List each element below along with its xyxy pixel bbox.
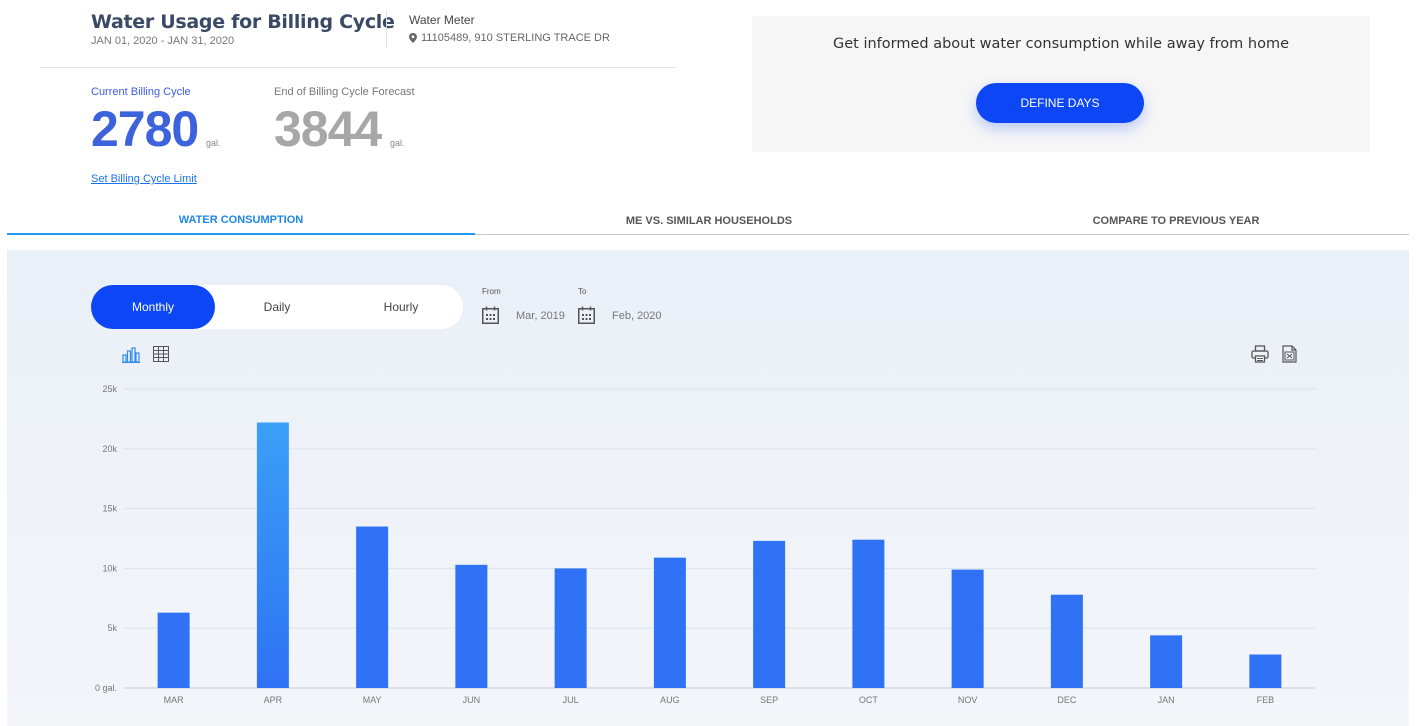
chart-panel: 0 gal. 5k 10k 15k 20k 25k MAR APR MAY JUN JUL AUG SE… [7,250,1409,726]
bar-nov[interactable] [951,569,984,688]
x-tick-label: SEP [760,695,778,705]
bar-jan[interactable] [1150,635,1183,688]
consumption-tabs: WATER CONSUMPTION ME VS. SIMILAR HOUSEHO… [7,207,1409,235]
table-icon[interactable] [153,346,169,362]
y-tick-label: 5k [107,623,117,633]
meter-address-text: 11105489, 910 STERLING TRACE DR [421,32,610,44]
away-alert-promo: Get informed about water consumption whi… [752,16,1370,152]
bar-jun[interactable] [455,564,488,688]
page-title: Water Usage for Billing Cycle [91,11,395,33]
current-cycle-value: 2780 [91,101,199,157]
from-date-value[interactable]: Mar, 2019 [516,310,565,322]
current-cycle-label: Current Billing Cycle [91,86,191,98]
bar-chart-icon[interactable] [122,346,140,363]
tab-previous-year[interactable]: COMPARE TO PREVIOUS YEAR [943,207,1409,235]
promo-text: Get informed about water consumption whi… [833,36,1289,52]
header-divider [386,10,387,48]
meter-address: 11105489, 910 STERLING TRACE DR [409,32,610,44]
x-tick-label: OCT [859,695,879,705]
meter-label: Water Meter [409,13,475,27]
x-tick-label: AUG [660,695,680,705]
summary-divider [40,67,676,68]
bar-aug[interactable] [653,557,686,688]
x-tick-label: JUN [463,695,481,705]
tab-water-consumption[interactable]: WATER CONSUMPTION [7,207,475,235]
y-tick-label: 20k [102,444,117,454]
bar-apr[interactable] [256,422,289,688]
x-tick-label: JUL [563,695,579,705]
y-tick-label: 10k [102,563,117,573]
x-tick-label: NOV [958,695,978,705]
print-icon[interactable] [1251,345,1269,363]
bar-may[interactable] [356,526,389,688]
from-label: From [482,287,501,296]
calendar-icon[interactable] [578,306,595,324]
set-billing-limit-link[interactable]: Set Billing Cycle Limit [91,173,197,185]
period-daily-button[interactable]: Daily [215,285,339,329]
bar-feb[interactable] [1249,654,1282,688]
forecast-unit: gal. [390,138,405,148]
bar-jul[interactable] [554,568,587,688]
x-tick-label: FEB [1257,695,1275,705]
billing-date-range: JAN 01, 2020 - JAN 31, 2020 [91,35,235,47]
y-tick-label: 25k [102,384,117,394]
bar-sep[interactable] [753,540,786,688]
to-label: To [578,287,587,296]
map-pin-icon [409,33,417,43]
period-toggle: Monthly Daily Hourly [91,285,463,329]
bar-dec[interactable] [1050,594,1083,688]
x-tick-label: MAY [363,695,382,705]
forecast-label: End of Billing Cycle Forecast [274,86,415,98]
y-tick-label: 15k [102,504,117,514]
bar-mar[interactable] [157,612,190,688]
x-tick-label: MAR [164,695,185,705]
forecast-value: 3844 [274,101,382,157]
y-tick-label: 0 gal. [95,683,117,693]
calendar-icon[interactable] [482,306,499,324]
current-cycle-unit: gal. [206,138,221,148]
bar-oct[interactable] [852,539,885,688]
x-tick-label: JAN [1158,695,1175,705]
period-monthly-button[interactable]: Monthly [91,285,215,329]
to-date-value[interactable]: Feb, 2020 [612,310,662,322]
excel-icon[interactable] [1282,345,1297,363]
tab-similar-households[interactable]: ME VS. SIMILAR HOUSEHOLDS [475,207,943,235]
period-hourly-button[interactable]: Hourly [339,285,463,329]
x-tick-label: APR [264,695,283,705]
x-tick-label: DEC [1057,695,1077,705]
define-days-button[interactable]: DEFINE DAYS [976,83,1144,123]
